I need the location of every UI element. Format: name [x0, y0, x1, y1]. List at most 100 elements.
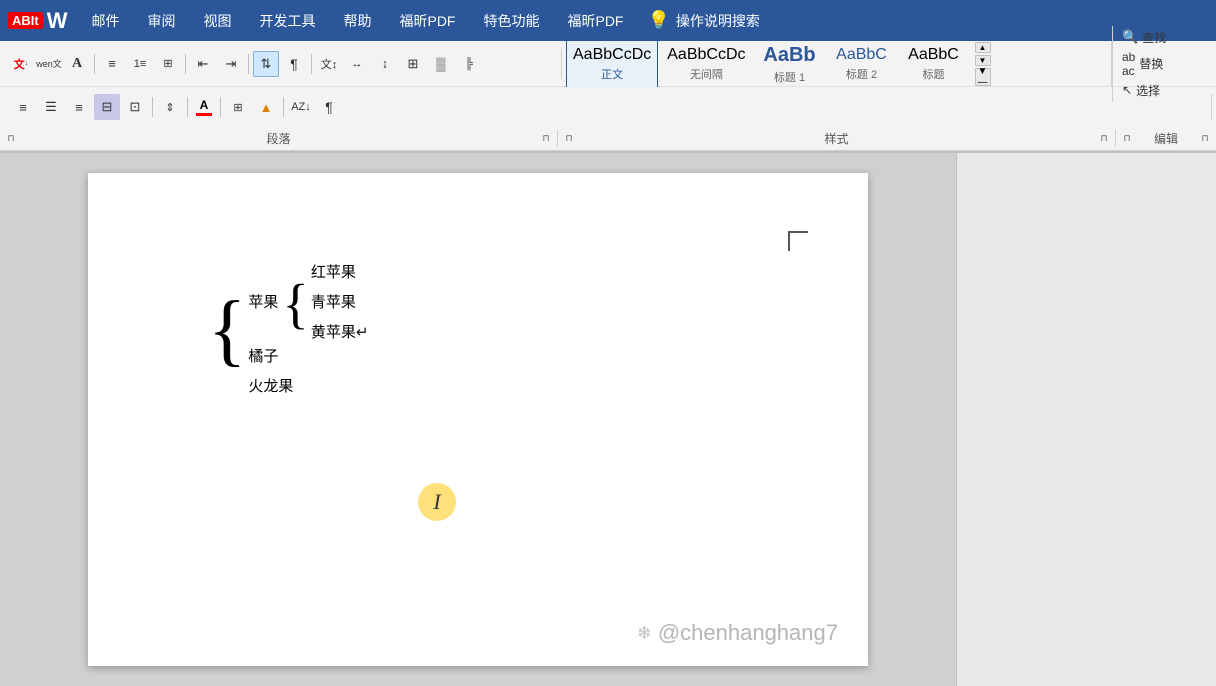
paragraph-collapse-icon[interactable]: ⊓	[4, 132, 18, 146]
multi-level-list-icon[interactable]: ⊞	[155, 51, 181, 77]
style-nospace-label: 无间隔	[690, 66, 723, 82]
watermark: ❄ @chenhanghang7	[637, 620, 838, 646]
document-page[interactable]: { 苹果 { 红苹果 青苹果 黄苹果↵	[88, 173, 868, 666]
logo-icon: W	[47, 8, 68, 34]
search-area: 💡 操作说明搜索	[647, 10, 759, 31]
align-left-icon[interactable]: ≡	[10, 94, 36, 120]
divider8	[283, 97, 284, 117]
document-area[interactable]: { 苹果 { 红苹果 青苹果 黄苹果↵	[0, 153, 956, 686]
shading-icon[interactable]: ▓	[428, 51, 454, 77]
style-heading2-preview: AaBbC	[836, 45, 887, 64]
style-nospace-preview: AaBbCcDc	[667, 45, 745, 64]
red-apple: 红苹果	[311, 258, 369, 288]
style-title[interactable]: AaBbC 标题	[899, 41, 969, 87]
styles-section: AaBbCcDc 正文 AaBbCcDc 无间隔 AaBb 标题 1 AaBbC…	[562, 41, 1112, 87]
menu-foxit-pdf[interactable]: 福昕PDF	[387, 7, 467, 35]
font-a-icon[interactable]: A	[64, 51, 90, 77]
menu-special[interactable]: 特色功能	[471, 7, 551, 35]
menu-view[interactable]: 视图	[191, 7, 243, 35]
spacing-icon[interactable]: ↨	[372, 51, 398, 77]
paragraph-label: 段落	[266, 130, 290, 147]
divider3	[248, 54, 249, 74]
search-icon: 🔍	[1122, 29, 1138, 45]
styles-scroll-down[interactable]: ▼	[975, 55, 991, 66]
align-justify-icon[interactable]: ⊟	[94, 94, 120, 120]
edit-section-label-area: ⊓ 编辑 ⊓	[1116, 130, 1216, 147]
border-table-icon[interactable]: ⊞	[225, 94, 251, 120]
shading-btn[interactable]: ▲	[253, 94, 279, 120]
styles-expand[interactable]: ▼—	[975, 68, 991, 86]
style-heading2-label: 标题 2	[846, 66, 877, 82]
find-label: 查找	[1142, 29, 1166, 46]
chinese-justify-icon[interactable]: ⊡	[122, 94, 148, 120]
edit-expand-icon[interactable]: ⊓	[1198, 132, 1212, 146]
sort-btn[interactable]: AZ↓	[288, 94, 314, 120]
styles-label: 样式	[824, 130, 848, 147]
more-format-icon[interactable]: ╠	[456, 51, 482, 77]
font-row1: 文↓ wen文 A ≡ 1≡ ⊞ ⇤ ⇥ ⇅ ¶ 文↕ ↔	[8, 51, 482, 77]
style-title-preview: AaBbC	[908, 45, 959, 64]
divider2	[185, 54, 186, 74]
right-sidebar	[956, 153, 1216, 686]
chinese-layout-icon[interactable]: 文↕	[316, 51, 342, 77]
find-button[interactable]: 🔍 查找	[1119, 28, 1206, 47]
wen-en-toggle[interactable]: wen文	[36, 51, 62, 77]
replace-label: 替换	[1139, 55, 1163, 72]
menu-devtools[interactable]: 开发工具	[247, 7, 327, 35]
menu-bar: ABIt W 邮件 审阅 视图 开发工具 帮助 福昕PDF 特色功能 福昕PDF…	[0, 0, 1216, 41]
edit-label: 编辑	[1154, 130, 1178, 147]
bullet-list-icon[interactable]: ≡	[99, 51, 125, 77]
border-icon[interactable]: ⊞	[400, 51, 426, 77]
divider5	[152, 97, 153, 117]
text-cursor[interactable]: I	[418, 483, 456, 521]
style-heading1-label: 标题 1	[774, 69, 805, 85]
text-color-button[interactable]: A	[192, 95, 216, 119]
divider6	[187, 97, 188, 117]
decrease-indent-icon[interactable]: ⇤	[190, 51, 216, 77]
big-brace: {	[208, 290, 246, 370]
styles-collapse-icon[interactable]: ⊓	[562, 132, 576, 146]
distribute-icon[interactable]: ↔	[344, 51, 370, 77]
show-para-marks[interactable]: ¶	[316, 94, 342, 120]
page-corner-indicator	[788, 231, 808, 251]
inner-items: 红苹果 青苹果 黄苹果↵	[311, 258, 369, 348]
align-right-icon[interactable]: ≡	[66, 94, 92, 120]
style-heading2[interactable]: AaBbC 标题 2	[827, 41, 897, 87]
number-list-icon[interactable]: 1≡	[127, 51, 153, 77]
show-marks-icon[interactable]: ¶	[281, 51, 307, 77]
styles-scroll-up[interactable]: ▲	[975, 42, 991, 53]
paragraph-section-label-area: ⊓ 段落 ⊓	[0, 130, 558, 147]
line-spacing-icon[interactable]: ⇕	[157, 94, 183, 120]
styles-list: AaBbCcDc 正文 AaBbCcDc 无间隔 AaBb 标题 1 AaBbC…	[562, 41, 973, 87]
styles-expand-icon[interactable]: ⊓	[1097, 132, 1111, 146]
text-highlight-icon[interactable]: 文↓	[8, 51, 34, 77]
toolbar: 文↓ wen文 A ≡ 1≡ ⊞ ⇤ ⇥ ⇅ ¶ 文↕ ↔	[0, 41, 1216, 153]
toolbar-row1: 文↓ wen文 A ≡ 1≡ ⊞ ⇤ ⇥ ⇅ ¶ 文↕ ↔	[0, 41, 1216, 87]
menu-review[interactable]: 审阅	[135, 7, 187, 35]
brace-container: { 苹果 { 红苹果 青苹果 黄苹果↵	[208, 258, 368, 402]
inner-brace-group: { 红苹果 青苹果 黄苹果↵	[282, 258, 368, 348]
outer-items: 苹果 { 红苹果 青苹果 黄苹果↵	[248, 258, 368, 402]
menu-mail[interactable]: 邮件	[79, 7, 131, 35]
style-heading1[interactable]: AaBb 标题 1	[755, 41, 825, 87]
edit-collapse-icon[interactable]: ⊓	[1120, 132, 1134, 146]
snowflake-icon: ❄	[637, 623, 652, 644]
apple-row: 苹果 { 红苹果 青苹果 黄苹果↵	[248, 258, 368, 348]
sort-icon[interactable]: ⇅	[253, 51, 279, 77]
style-nospace[interactable]: AaBbCcDc 无间隔	[660, 41, 752, 87]
font-controls: 文↓ wen文 A ≡ 1≡ ⊞ ⇤ ⇥ ⇅ ¶ 文↕ ↔	[8, 51, 482, 77]
orange-label: 橘子	[248, 342, 278, 372]
main-area: { 苹果 { 红苹果 青苹果 黄苹果↵	[0, 153, 1216, 686]
style-normal[interactable]: AaBbCcDc 正文	[566, 41, 658, 87]
menu-foxit-pdf2[interactable]: 福昕PDF	[555, 7, 635, 35]
increase-indent-icon[interactable]: ⇥	[218, 51, 244, 77]
apple-label: 苹果	[248, 288, 278, 318]
replace-button[interactable]: abac 替换	[1119, 49, 1206, 79]
style-normal-label: 正文	[601, 66, 623, 82]
menu-help[interactable]: 帮助	[331, 7, 383, 35]
divider1	[94, 54, 95, 74]
align-center-icon[interactable]: ☰	[38, 94, 64, 120]
paragraph-expand-icon[interactable]: ⊓	[539, 132, 553, 146]
logo-badge: ABIt	[8, 12, 43, 29]
editing-panel: 🔍 查找 abac 替换 ↖ 选择	[1112, 26, 1212, 102]
